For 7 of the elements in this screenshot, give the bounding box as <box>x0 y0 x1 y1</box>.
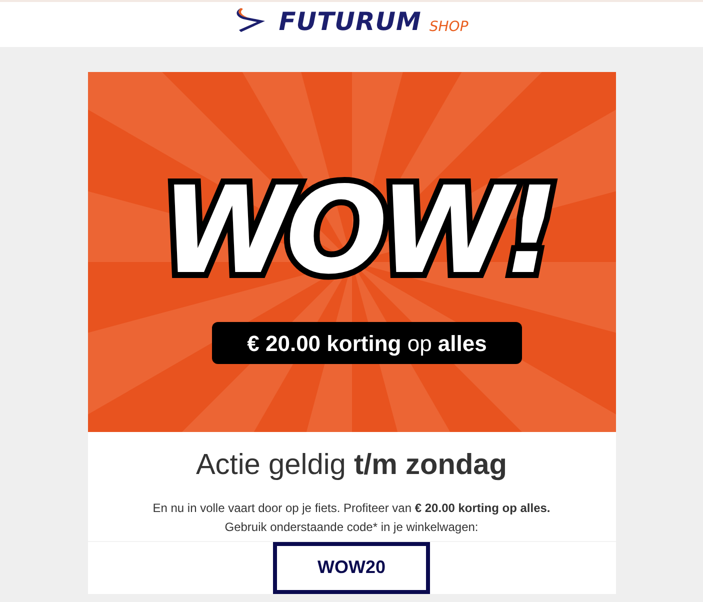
discount-code: WOW20 <box>273 542 430 594</box>
body-text: Gebruik onderstaande code* in je winkelwagen: <box>224 518 480 536</box>
body-text: En nu in volle vaart door op je fiets. Profiteer van € 20.00 korting op alles. <box>152 500 552 517</box>
logo-wordmark: FUTURUM <box>278 9 422 34</box>
banner-discount-text: € 20.00 korting op alles <box>246 331 486 356</box>
logo-shop-text: SHOP <box>429 20 468 34</box>
offer-heading: Actie geldig t/m zondag <box>194 448 508 483</box>
